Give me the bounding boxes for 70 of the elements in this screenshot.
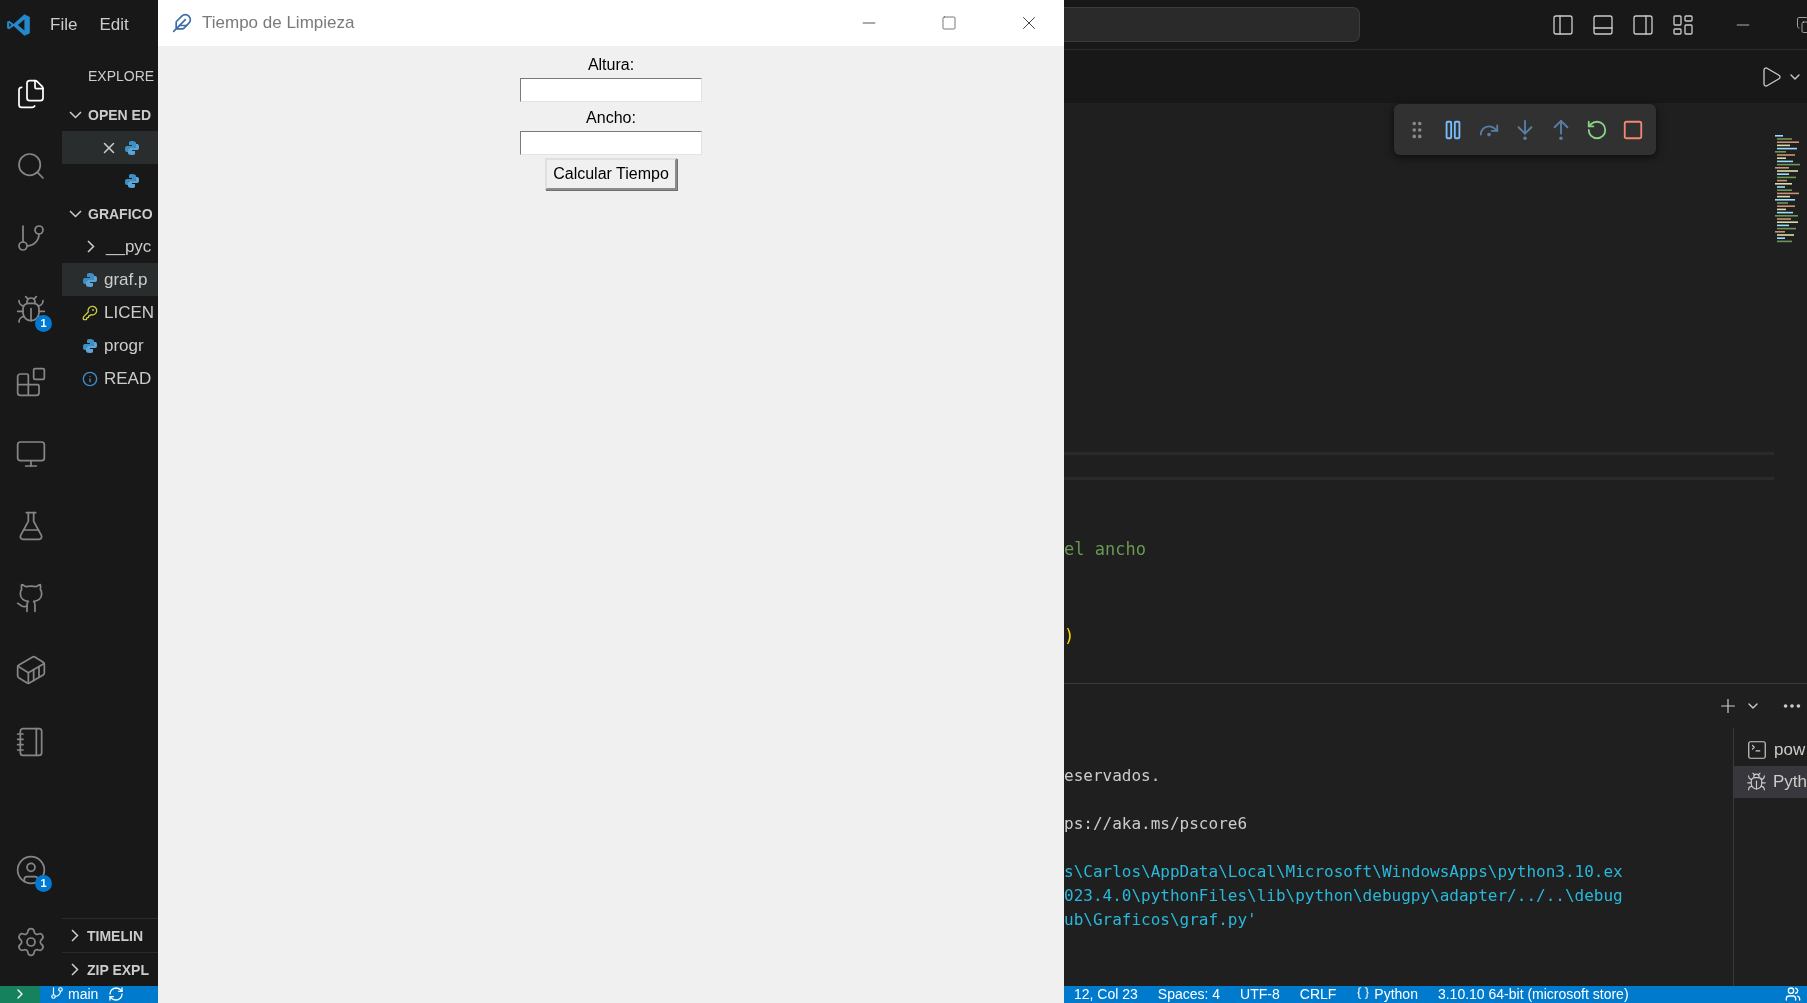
command-center-field[interactable]: [1064, 7, 1360, 42]
braces-icon[interactable]: [1356, 986, 1371, 1000]
key-icon: [82, 304, 98, 321]
open-editor-item[interactable]: [62, 131, 158, 164]
remote-explorer-icon[interactable]: [15, 438, 47, 470]
file-tree-item[interactable]: progr: [62, 329, 158, 362]
field-label: Altura:: [587, 55, 635, 75]
terminal-line: ps://aka.ms/pscore6: [1064, 813, 1249, 835]
settings-icon[interactable]: [15, 926, 47, 958]
restart-icon[interactable]: [1586, 118, 1608, 141]
input-field[interactable]: [520, 131, 702, 155]
section-header[interactable]: OPEN ED: [62, 98, 158, 131]
logo-icon: [6, 12, 32, 38]
stop-icon[interactable]: [1622, 118, 1644, 141]
window-title: Tiempo de Limpieza: [202, 13, 356, 33]
code-line: ): [1064, 626, 1075, 646]
terminal-line: 023.4.0\pythonFiles\lib\python\debugpy\adapter/../..\debug: [1064, 885, 1624, 907]
chevron-right-icon: [71, 963, 79, 976]
branch-icon[interactable]: [50, 986, 64, 1000]
maximize-icon[interactable]: [941, 15, 957, 31]
notification-badge: 1: [35, 315, 52, 332]
file-tree-item[interactable]: READ: [62, 362, 158, 395]
status-item[interactable]: 3.10.10 64-bit (microsoft store): [1427, 986, 1639, 1003]
info-icon: [82, 370, 98, 387]
python-icon: [82, 337, 98, 354]
file-tree-item[interactable]: graf.p: [62, 263, 158, 296]
chevron-right-icon: [87, 240, 95, 253]
chevron-down-icon: [69, 110, 82, 119]
terminal-icon: [1746, 739, 1768, 761]
terminal-line: s\Carlos\AppData\Local\Microsoft\WindowsApps\python3.10.ex: [1064, 861, 1624, 883]
status-item[interactable]: 12, Col 23: [1064, 986, 1148, 1003]
file-tree-item[interactable]: LICEN: [62, 296, 158, 329]
notification-badge: 1: [35, 875, 52, 892]
live-share-icon[interactable]: [1785, 986, 1801, 1002]
sync-icon[interactable]: [108, 986, 125, 1002]
input-field[interactable]: [520, 78, 702, 102]
file-tree-item[interactable]: __pyc: [62, 230, 158, 263]
run-debug-icon[interactable]: [15, 294, 47, 326]
branch-name[interactable]: main: [68, 986, 99, 1003]
language-status[interactable]: Python: [1374, 986, 1418, 1003]
python-icon: [124, 172, 140, 189]
search-icon[interactable]: [15, 150, 47, 182]
bug-icon: [1746, 771, 1767, 793]
account-icon[interactable]: [15, 854, 47, 886]
status-item[interactable]: Spaces: 4: [1147, 986, 1231, 1003]
source-control-icon[interactable]: [15, 222, 47, 254]
menu-item[interactable]: Edit: [95, 15, 133, 35]
layout-icon[interactable]: [1671, 12, 1695, 37]
toggle-secondary-sidebar-icon[interactable]: [1631, 12, 1655, 37]
extensions-icon[interactable]: [15, 366, 47, 398]
chevron-down-icon: [69, 209, 82, 218]
field-label: Ancho:: [586, 108, 636, 128]
terminal-tab[interactable]: Pyth: [1734, 766, 1807, 798]
terminal-line: eservados.: [1064, 765, 1162, 787]
status-item[interactable]: CRLF: [1289, 986, 1347, 1003]
code-line: el ancho: [1064, 539, 1146, 559]
calculate-button[interactable]: Calcular Tiempo: [545, 158, 677, 190]
terminal-line: ub\Graficos\graf.py': [1064, 909, 1258, 931]
sidebar-title: EXPLORE: [87, 67, 156, 86]
files-icon[interactable]: [15, 78, 47, 110]
menu-item[interactable]: File: [46, 15, 82, 35]
python-icon: [124, 139, 140, 156]
chevron-right-icon: [71, 929, 79, 942]
feather-icon: [172, 13, 192, 33]
terminal-tab[interactable]: pow: [1734, 734, 1807, 766]
python-icon: [82, 271, 98, 288]
section-header[interactable]: GRAFICO: [62, 197, 158, 230]
toggle-sidebar-icon[interactable]: [1551, 12, 1575, 37]
toggle-panel-icon[interactable]: [1591, 12, 1615, 37]
status-item[interactable]: UTF-8: [1230, 986, 1290, 1003]
